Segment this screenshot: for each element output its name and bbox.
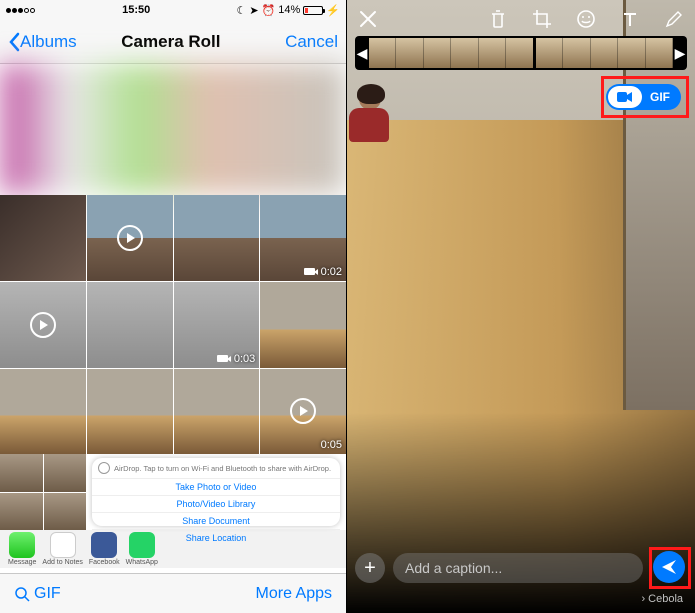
photo-thumbnail[interactable] [0, 369, 86, 455]
chevron-left-icon [8, 32, 20, 52]
do-not-disturb-icon: ☾ [236, 4, 246, 17]
crop-button[interactable] [531, 8, 553, 30]
cancel-button[interactable]: Cancel [285, 32, 338, 52]
plus-icon: + [364, 557, 376, 580]
page-title: Camera Roll [57, 32, 285, 52]
photo-grid: 0:02 0:03 0:05 [0, 64, 346, 454]
clock: 15:50 [122, 4, 150, 16]
photo-thumbnail[interactable] [260, 282, 346, 368]
video-editor-screen: ◀ ▶ GIF + Add a caption... › Cebola [347, 0, 695, 613]
trim-handle-right[interactable]: ▶ [673, 45, 687, 62]
photo-thumbnail[interactable] [44, 493, 87, 531]
photo-thumbnail[interactable] [44, 454, 87, 492]
caption-input[interactable]: Add a caption... [393, 553, 643, 583]
pencil-icon [665, 10, 683, 28]
photo-thumbnail[interactable] [174, 195, 260, 281]
photo-thumbnail[interactable] [174, 369, 260, 455]
battery-pct: 14% [278, 4, 300, 16]
share-app-notes[interactable]: Add to Notes [42, 532, 82, 566]
play-icon [290, 398, 316, 424]
trash-icon [489, 9, 507, 29]
battery-icon [303, 6, 323, 15]
editor-toolbar [357, 8, 685, 30]
photo-picker-screen: 15:50 ☾ ➤ ⏰ 14% ⚡ Albums Camera Roll Can… [0, 0, 347, 613]
location-icon: ➤ [249, 4, 258, 17]
play-icon [30, 312, 56, 338]
video-duration: 0:05 [321, 439, 342, 451]
share-app-message[interactable]: Message [8, 532, 36, 566]
crop-icon [532, 9, 552, 29]
share-app-whatsapp[interactable]: WhatsApp [126, 532, 158, 566]
video-icon [217, 353, 231, 365]
trim-handle-left[interactable]: ◀ [355, 45, 369, 62]
photo-thumbnail[interactable] [87, 369, 173, 455]
smiley-icon [576, 9, 596, 29]
share-app-facebook[interactable]: Facebook [89, 532, 120, 566]
photo-thumbnail[interactable] [0, 493, 43, 531]
picker-bottom-area: AirDrop. Tap to turn on Wi-Fi and Blueto… [0, 454, 346, 530]
menu-share-document[interactable]: Share Document [92, 513, 340, 530]
alarm-icon: ⏰ [262, 4, 276, 17]
nav-bar: Albums Camera Roll Cancel [0, 20, 346, 64]
video-thumbnail[interactable]: 0:05 [260, 369, 346, 455]
text-button[interactable] [619, 8, 641, 30]
status-right: ☾ ➤ ⏰ 14% ⚡ [236, 4, 340, 17]
charging-icon: ⚡ [326, 4, 340, 17]
menu-take-photo[interactable]: Take Photo or Video [92, 479, 340, 496]
caption-placeholder: Add a caption... [405, 560, 502, 576]
video-duration: 0:03 [234, 353, 255, 365]
highlight-annotation [601, 76, 689, 118]
photo-row-blurred[interactable] [0, 64, 346, 194]
photo-thumbnail[interactable] [0, 195, 86, 281]
photo-thumbnail[interactable] [87, 195, 173, 281]
video-duration: 0:02 [321, 266, 342, 278]
caption-row: + Add a caption... [355, 553, 643, 583]
sticker-button[interactable] [575, 8, 597, 30]
gif-search-button[interactable]: GIF [14, 585, 61, 603]
text-icon [621, 10, 639, 28]
recipient-chip[interactable]: › Cebola [641, 593, 683, 605]
recipient-name: Cebola [648, 593, 683, 605]
menu-photo-library[interactable]: Photo/Video Library [92, 496, 340, 513]
signal-strength [6, 4, 36, 16]
more-apps-button[interactable]: More Apps [256, 585, 332, 603]
status-bar: 15:50 ☾ ➤ ⏰ 14% ⚡ [0, 0, 346, 20]
highlight-annotation [649, 547, 691, 589]
photo-thumbnail[interactable] [0, 454, 43, 492]
close-button[interactable] [357, 8, 379, 30]
delete-button[interactable] [487, 8, 509, 30]
video-thumbnail[interactable]: 0:03 [174, 282, 260, 368]
trim-frames[interactable] [369, 38, 673, 68]
photo-thumbnail[interactable] [87, 282, 173, 368]
airdrop-icon [98, 462, 110, 474]
attachment-menu: AirDrop. Tap to turn on Wi-Fi and Blueto… [92, 458, 340, 526]
draw-button[interactable] [663, 8, 685, 30]
search-icon [14, 586, 30, 602]
play-icon [117, 225, 143, 251]
airdrop-hint[interactable]: AirDrop. Tap to turn on Wi-Fi and Blueto… [92, 458, 340, 479]
chevron-right-icon: › [641, 593, 645, 605]
add-media-button[interactable]: + [355, 553, 385, 583]
video-icon [304, 266, 318, 278]
small-thumbnails [0, 454, 86, 530]
video-trim-bar[interactable]: ◀ ▶ [355, 36, 687, 70]
gif-label: GIF [34, 585, 61, 603]
photo-thumbnail[interactable] [0, 282, 86, 368]
video-thumbnail[interactable]: 0:02 [260, 195, 346, 281]
picker-toolbar: GIF More Apps [0, 573, 346, 613]
close-icon [359, 10, 377, 28]
